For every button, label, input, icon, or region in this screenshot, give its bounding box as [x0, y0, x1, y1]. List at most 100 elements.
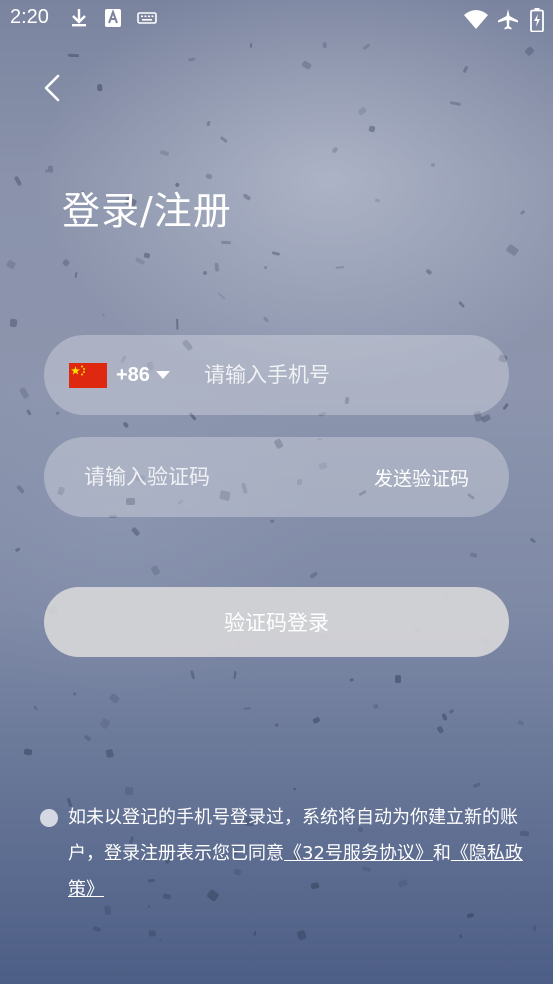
background-speck — [176, 318, 179, 330]
background-speck — [425, 268, 433, 276]
background-speck — [54, 411, 60, 416]
background-speck — [448, 708, 455, 714]
code-login-button[interactable]: 验证码登录 — [44, 587, 509, 657]
country-code: +86 — [116, 363, 150, 386]
send-code-button[interactable]: 发送验证码 — [374, 464, 469, 491]
background-speck — [216, 292, 226, 301]
wifi-icon — [463, 8, 489, 34]
background-speck — [368, 125, 376, 133]
background-speck — [532, 925, 536, 932]
chevron-left-icon — [44, 74, 60, 102]
background-speck — [331, 146, 339, 154]
background-speck — [457, 300, 465, 309]
background-speck — [335, 266, 345, 270]
background-speck — [19, 386, 30, 399]
background-speck — [322, 42, 328, 48]
page-title: 登录/注册 — [62, 189, 232, 233]
background-speck — [519, 209, 526, 216]
keyboard-icon — [137, 8, 157, 32]
agreement-text: 如未以登记的手机号登录过，系统将自动为你建立新的账户，登录注册表示您已同意《32… — [68, 800, 530, 908]
background-speck — [529, 537, 537, 544]
background-speck — [262, 316, 270, 323]
background-speck — [524, 45, 535, 57]
background-speck — [105, 748, 114, 758]
background-speck — [219, 136, 228, 143]
background-speck — [72, 691, 77, 695]
code-input[interactable] — [84, 437, 344, 517]
a-notification-icon — [104, 8, 122, 32]
code-field: 发送验证码 — [44, 437, 509, 517]
status-time: 2:20 — [10, 6, 49, 28]
background-speck — [502, 403, 509, 411]
background-speck — [43, 169, 49, 175]
background-speck — [148, 929, 156, 937]
service-agreement-link[interactable]: 《32号服务协议》 — [284, 843, 433, 864]
background-speck — [356, 106, 368, 117]
agreement: 如未以登记的手机号登录过，系统将自动为你建立新的账户，登录注册表示您已同意《32… — [40, 800, 530, 908]
background-speck — [213, 262, 219, 272]
background-speck — [26, 409, 32, 416]
airplane-mode-icon — [497, 8, 519, 34]
background-speck — [206, 121, 211, 127]
background-speck — [96, 84, 103, 92]
background-speck — [309, 571, 319, 579]
download-icon — [70, 8, 88, 32]
background-speck — [101, 313, 105, 317]
background-speck — [271, 250, 280, 256]
caret-down-icon — [155, 371, 170, 379]
background-speck — [159, 150, 169, 157]
background-speck — [458, 934, 463, 939]
background-speck — [274, 722, 280, 728]
background-speck — [160, 938, 163, 943]
back-button[interactable] — [36, 68, 72, 108]
background-speck — [149, 564, 161, 576]
background-speck — [269, 519, 274, 523]
background-speck — [14, 175, 23, 187]
background-speck — [449, 100, 462, 106]
background-speck — [6, 259, 17, 270]
background-speck — [33, 705, 38, 712]
background-speck — [233, 670, 237, 679]
background-speck — [436, 725, 444, 734]
background-speck — [15, 484, 25, 494]
background-speck — [242, 193, 251, 201]
background-speck — [243, 707, 251, 711]
background-speck — [220, 240, 231, 244]
agreement-radio[interactable] — [40, 809, 58, 827]
background-speck — [108, 693, 120, 705]
background-speck — [130, 526, 141, 538]
background-speck — [122, 421, 130, 429]
phone-field: +86 — [44, 335, 509, 415]
country-code-selector[interactable]: +86 — [116, 361, 170, 389]
china-flag-icon — [69, 363, 107, 388]
background-speck — [348, 677, 354, 683]
background-speck — [292, 787, 296, 791]
background-speck — [465, 912, 475, 919]
status-bar: 2:20 — [0, 0, 553, 38]
agreement-conjunction: 和 — [432, 843, 451, 864]
background-speck — [125, 787, 134, 796]
background-speck — [395, 675, 401, 684]
background-speck — [10, 318, 18, 328]
background-speck — [373, 703, 379, 708]
background-speck — [99, 717, 111, 730]
background-speck — [48, 165, 54, 174]
background-speck — [23, 748, 33, 756]
background-speck — [462, 65, 469, 74]
background-speck — [312, 716, 321, 724]
background-speck — [472, 782, 482, 789]
background-speck — [249, 43, 253, 49]
background-speck — [430, 162, 435, 168]
background-speck — [205, 172, 214, 180]
background-speck — [469, 551, 478, 558]
background-speck — [189, 670, 196, 680]
background-speck — [134, 257, 146, 267]
background-speck — [83, 734, 92, 742]
phone-input[interactable] — [204, 335, 489, 415]
background-speck — [296, 929, 307, 941]
background-speck — [143, 252, 151, 259]
background-speck — [92, 925, 102, 933]
background-speck — [263, 265, 268, 270]
background-speck — [202, 270, 208, 276]
background-speck — [374, 198, 380, 203]
